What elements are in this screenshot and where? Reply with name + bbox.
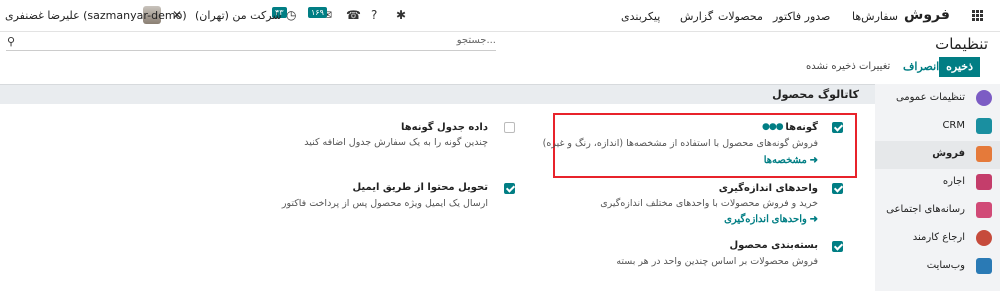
nav-orders[interactable]: سفارش‌ها xyxy=(852,10,898,23)
variants-title: گونه‌ها xyxy=(785,122,818,133)
sidebar-item-label: اجاره xyxy=(942,176,965,187)
nav-products[interactable]: محصولات xyxy=(718,10,763,23)
search-underline xyxy=(6,50,496,51)
uom-link[interactable]: ➜ واحدهای اندازه‌گیری xyxy=(724,214,818,225)
unsaved-changes-label: تغییرات ذخیره نشده xyxy=(806,61,891,72)
uom-title: واحدهای اندازه‌گیری xyxy=(718,183,818,194)
sidebar-item-general[interactable]: تنظیمات عمومی xyxy=(875,85,1000,113)
variants-description: فروش گونه‌های محصول با استفاده از مشخصه‌… xyxy=(542,138,818,149)
email-content-title: تحویل محتوا از طریق ایمیل xyxy=(352,182,488,193)
sidebar-item-website[interactable]: وب‌سایت xyxy=(875,253,1000,281)
sidebar-item-label: رسانه‌های اجتماعی xyxy=(886,204,965,215)
rental-icon xyxy=(976,174,992,190)
sales-icon xyxy=(976,146,992,162)
save-button[interactable]: ذخیره xyxy=(939,57,980,77)
messages-badge: ۱۶۹ xyxy=(308,7,327,18)
attributes-link-label: مشخصه‌ها xyxy=(763,155,807,166)
packaging-description: فروش محصولات بر اساس چندین واحد در هر بس… xyxy=(616,256,818,267)
sidebar-item-label: تنظیمات عمومی xyxy=(895,92,965,103)
sidebar-item-rental[interactable]: اجاره xyxy=(875,169,1000,197)
search-icon[interactable]: ⚲ xyxy=(7,35,15,48)
help-icon[interactable]: ? xyxy=(371,8,377,22)
uom-description: خرید و فروش محصولات با واحدهای مختلف اند… xyxy=(600,198,818,209)
email-content-description: ارسال یک ایمیل ویژه محصول پس از پرداخت ف… xyxy=(281,198,488,209)
uom-checkbox[interactable] xyxy=(832,183,843,194)
studio-dots-icon: ●●● xyxy=(762,122,784,132)
sidebar-item-label: ارجاع کارمند xyxy=(912,232,965,243)
discard-button[interactable]: انصراف xyxy=(903,60,939,73)
apps-menu-icon[interactable] xyxy=(972,10,983,21)
packaging-checkbox[interactable] xyxy=(832,241,843,252)
phone-icon[interactable]: ☎ xyxy=(346,8,361,22)
variant-grid-description: چندین گونه را به یک سفارش جدول اضافه کنی… xyxy=(304,137,488,148)
activity-icon[interactable]: ◷ xyxy=(286,8,296,22)
company-switcher[interactable]: شرکت من (تهران) xyxy=(195,9,282,22)
bug-icon[interactable]: ✱ xyxy=(396,8,406,22)
email-content-checkbox[interactable] xyxy=(504,183,515,194)
section-header: کاتالوگ محصول xyxy=(0,84,875,104)
section-title: کاتالوگ محصول xyxy=(772,88,859,101)
sidebar-item-label: فروش xyxy=(932,148,965,159)
variants-checkbox[interactable] xyxy=(832,122,843,133)
variant-grid-checkbox[interactable] xyxy=(504,122,515,133)
social-media-icon xyxy=(976,202,992,218)
sidebar-item-crm[interactable]: CRM xyxy=(875,113,1000,141)
uom-link-label: واحدهای اندازه‌گیری xyxy=(724,214,807,225)
sidebar-item-label: CRM xyxy=(942,120,965,131)
general-settings-icon xyxy=(976,90,992,106)
packaging-title: بسته‌بندی محصول xyxy=(729,240,818,251)
sidebar-item-referral[interactable]: ارجاع کارمند xyxy=(875,225,1000,253)
website-icon xyxy=(976,258,992,274)
sidebar-item-sales[interactable]: فروش xyxy=(875,141,1000,169)
search-input[interactable]: جستجو... xyxy=(457,35,496,46)
top-navbar: فروش سفارش‌ها صدور فاکتور محصولات گزارش … xyxy=(0,0,1000,32)
variant-grid-title: داده جدول گونه‌ها xyxy=(400,122,488,133)
crm-icon xyxy=(976,118,992,134)
sidebar-item-label: وب‌سایت xyxy=(926,260,965,271)
nav-reporting[interactable]: گزارش xyxy=(680,10,713,23)
nav-invoicing[interactable]: صدور فاکتور xyxy=(773,10,830,23)
settings-sidebar: تنظیمات عمومی CRM فروش اجاره رسانه‌های ا… xyxy=(875,84,1000,291)
app-brand[interactable]: فروش xyxy=(904,7,950,23)
page-title: تنظیمات xyxy=(935,35,988,53)
control-panel: تنظیمات xyxy=(0,32,1000,84)
sidebar-item-social-media[interactable]: رسانه‌های اجتماعی xyxy=(875,197,1000,225)
nav-configuration[interactable]: پیکربندی xyxy=(621,10,660,23)
user-menu[interactable]: علیرضا غضنفری (sazmanyar-demo) xyxy=(5,9,187,22)
attributes-link[interactable]: ➜ مشخصه‌ها xyxy=(764,155,818,166)
referral-icon xyxy=(976,230,992,246)
